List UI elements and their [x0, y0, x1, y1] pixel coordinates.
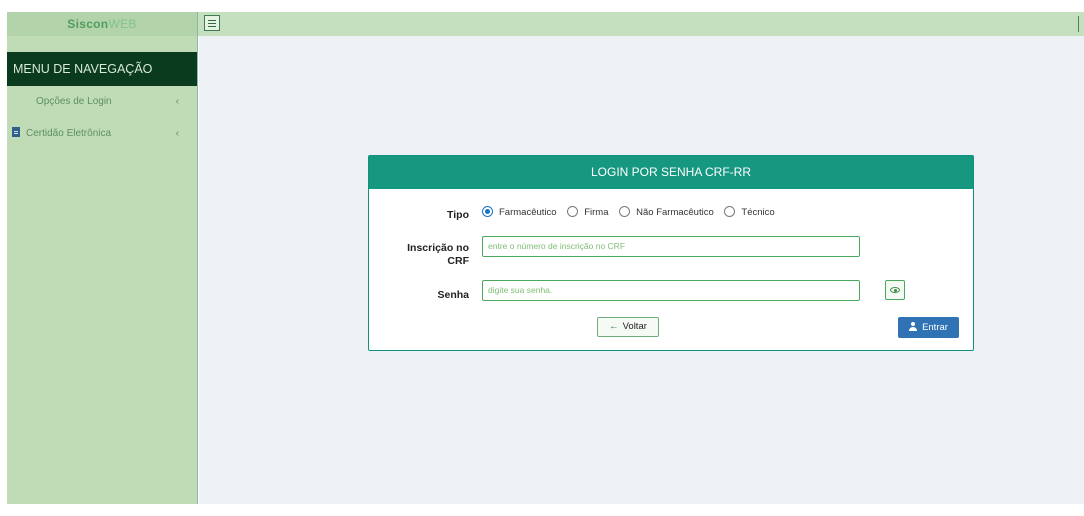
radio-selected-icon: [482, 206, 493, 217]
inscricao-label: Inscrição no CRF: [379, 242, 469, 268]
radio-tecnico[interactable]: Técnico: [724, 206, 775, 218]
radio-firma[interactable]: Firma: [567, 206, 608, 218]
brand-name-part1: Siscon: [67, 17, 109, 31]
senha-input[interactable]: digite sua senha.: [482, 280, 860, 301]
top-navbar: [198, 12, 1084, 36]
sidebar-item-label: Certidão Eletrônica: [26, 128, 112, 139]
brand-logo[interactable]: SisconWEB: [7, 12, 197, 36]
login-panel: LOGIN POR SENHA CRF-RR Tipo Farmacêutico…: [368, 155, 974, 351]
menu-header: MENU DE NAVEGAÇÃO: [7, 52, 197, 86]
voltar-button[interactable]: ← Voltar: [597, 317, 659, 337]
arrow-left-icon: ←: [609, 321, 619, 332]
navbar-edge: [1078, 16, 1082, 32]
radio-label: Não Farmacêutico: [636, 207, 714, 218]
voltar-label: Voltar: [622, 321, 647, 332]
radio-nao-farmaceutico[interactable]: Não Farmacêutico: [619, 206, 714, 218]
chevron-left-icon: ‹: [175, 128, 179, 139]
entrar-label: Entrar: [922, 322, 948, 333]
document-icon: [12, 127, 20, 137]
radio-unselected-icon: [724, 206, 736, 217]
app-window: SisconWEB MENU DE NAVEGAÇÃO Opções de Lo…: [0, 0, 1084, 516]
sidebar-item-certidao[interactable]: Certidão Eletrônica ‹: [7, 118, 197, 150]
tipo-radio-group: Farmacêutico Firma Não Farmacêutico Técn…: [482, 206, 783, 218]
user-icon: [909, 322, 918, 331]
inscricao-label-line2: CRF: [447, 255, 469, 267]
radio-unselected-icon: [619, 206, 631, 217]
chevron-left-icon: ‹: [175, 96, 179, 107]
tipo-label: Tipo: [447, 209, 469, 221]
radio-unselected-icon: [567, 206, 579, 217]
hamburger-menu-icon[interactable]: [204, 15, 220, 31]
sidebar-item-label: Opções de Login: [36, 96, 112, 107]
entrar-button[interactable]: Entrar: [898, 317, 959, 338]
eye-icon: [890, 287, 900, 293]
radio-label: Farmacêutico: [499, 207, 557, 218]
radio-label: Técnico: [741, 207, 775, 218]
radio-label: Firma: [584, 207, 609, 218]
radio-farmaceutico[interactable]: Farmacêutico: [482, 206, 557, 218]
brand-name-part2: WEB: [108, 17, 137, 31]
senha-label: Senha: [437, 289, 469, 301]
inscricao-input[interactable]: entre o número de inscrição no CRF: [482, 236, 860, 257]
sidebar-item-login-options[interactable]: Opções de Login ‹: [7, 86, 197, 118]
sidebar: SisconWEB MENU DE NAVEGAÇÃO Opções de Lo…: [7, 12, 198, 504]
show-password-button[interactable]: [885, 280, 905, 300]
panel-title: LOGIN POR SENHA CRF-RR: [369, 156, 973, 189]
inscricao-label-line1: Inscrição no: [407, 242, 469, 254]
